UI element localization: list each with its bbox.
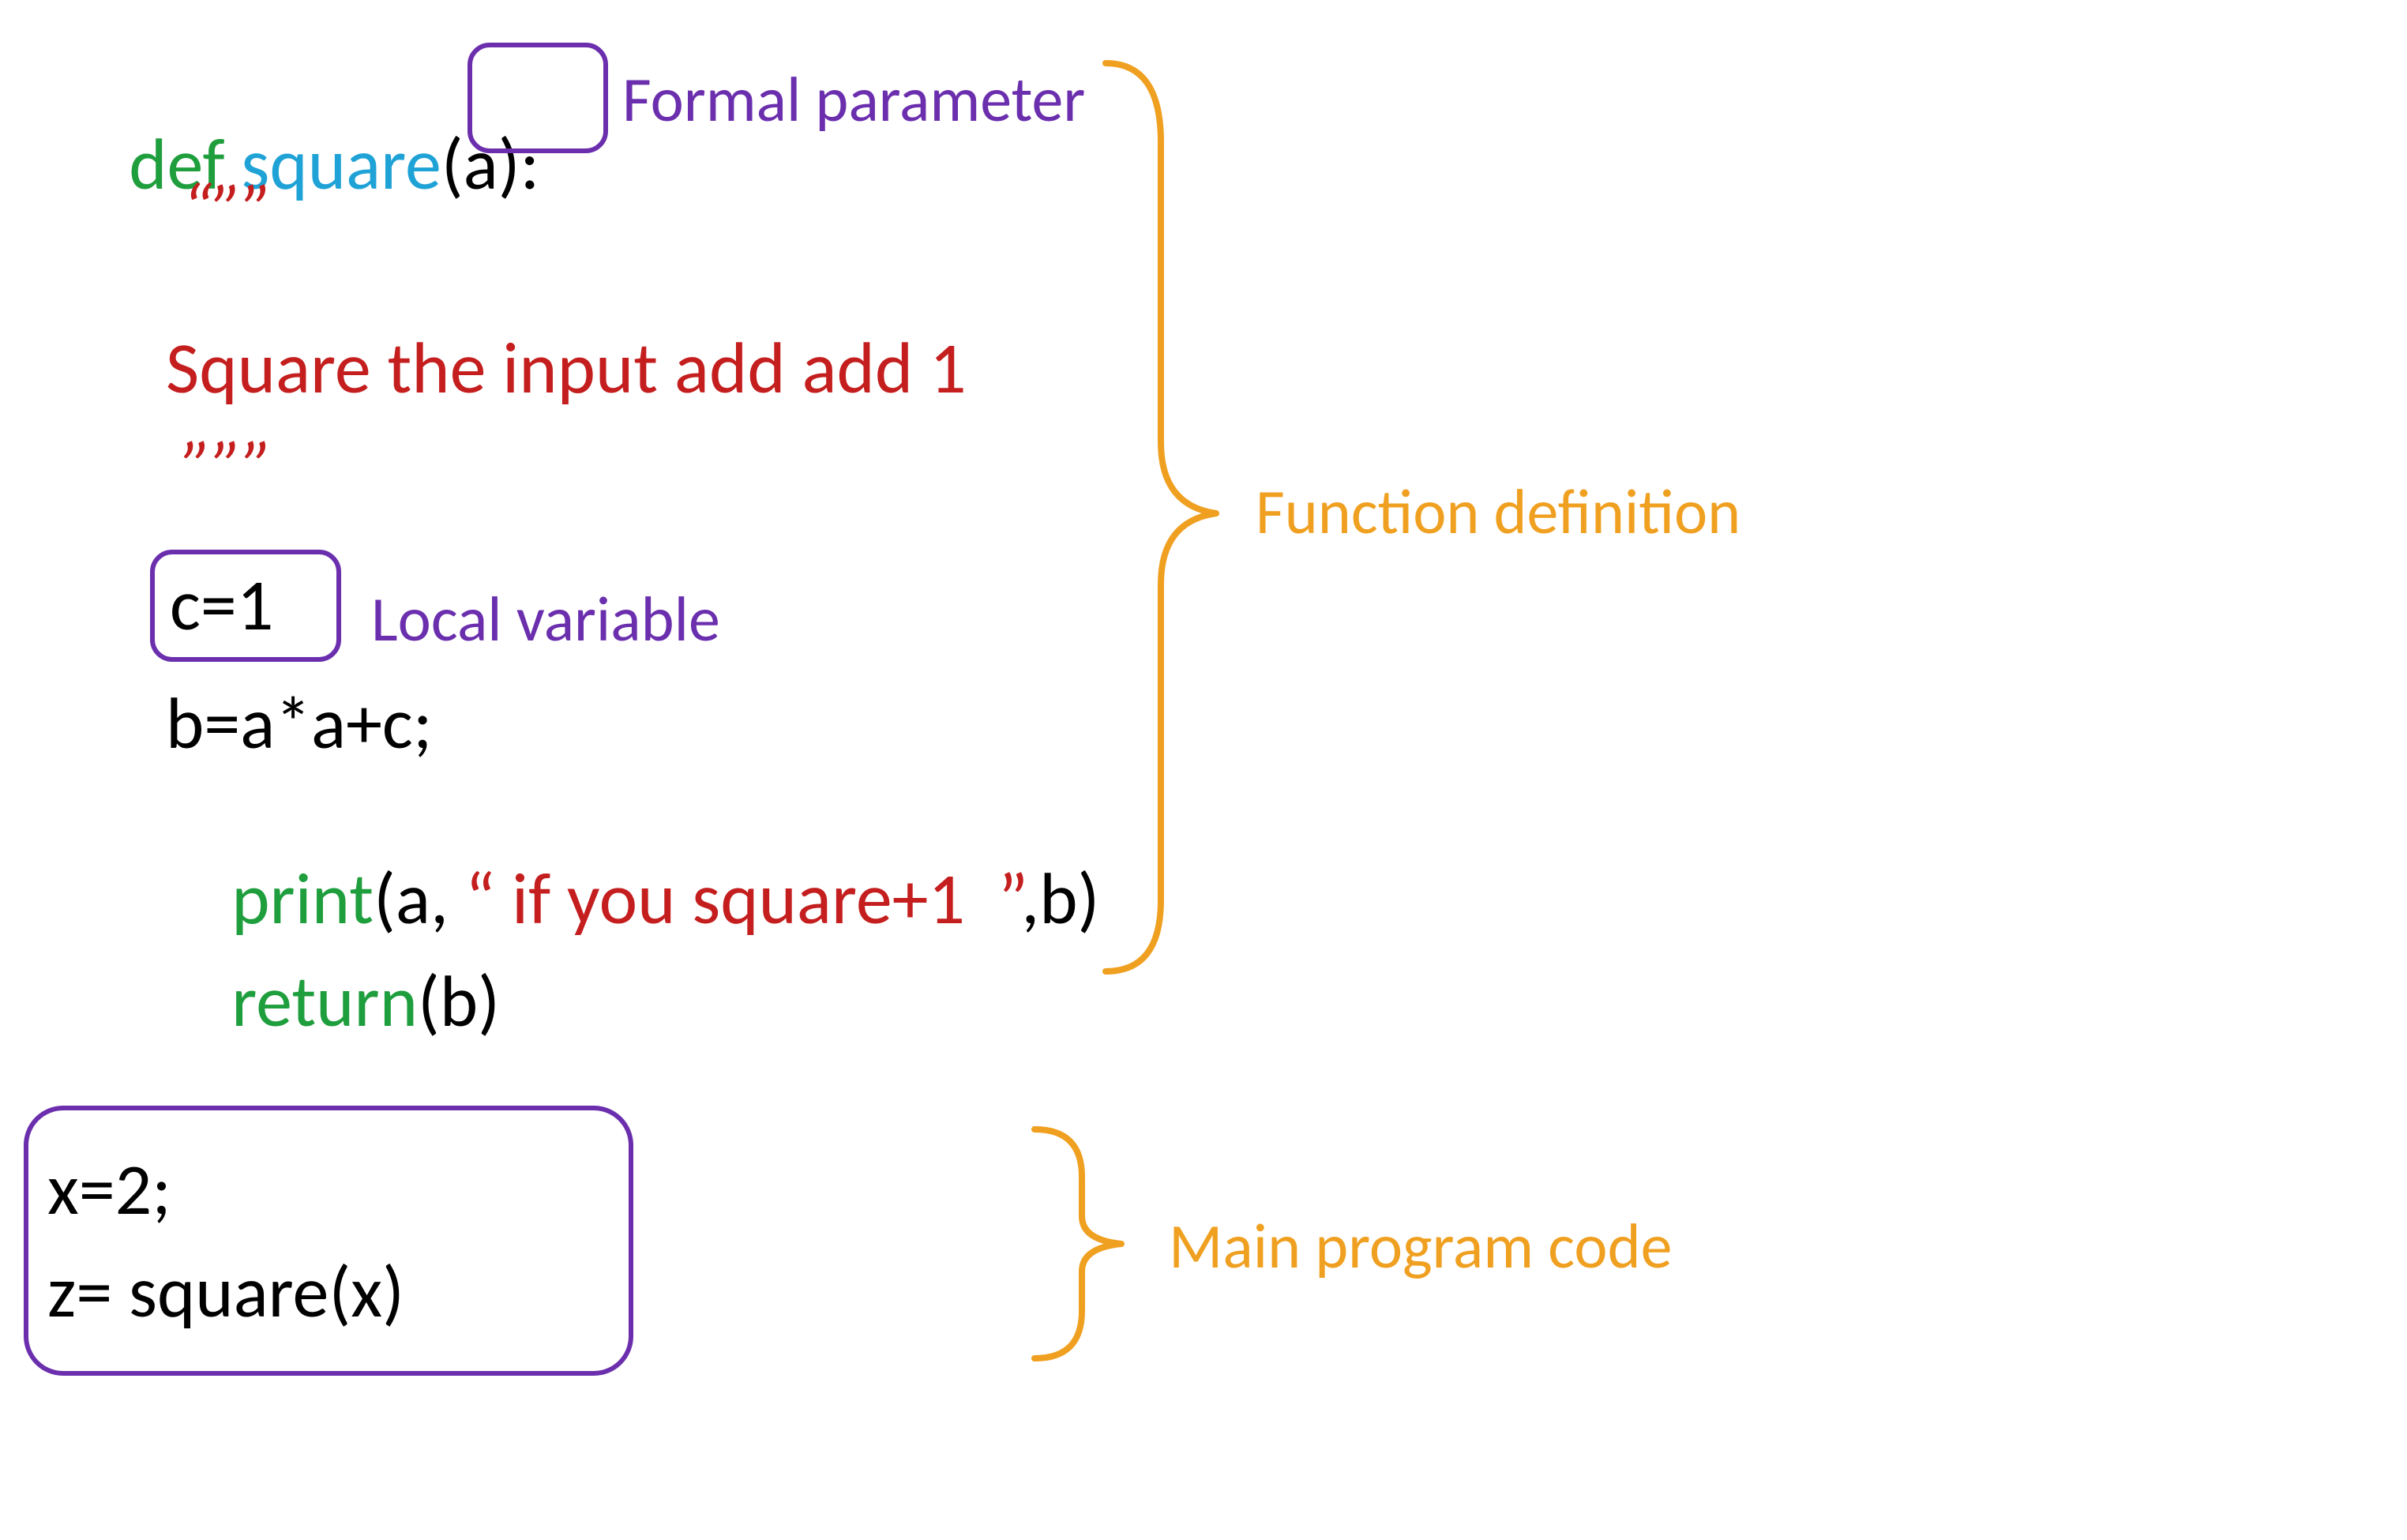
function-definition-label: Function definition bbox=[1256, 474, 1740, 550]
brace-function-definition bbox=[1106, 63, 1216, 971]
brace-main-program bbox=[1035, 1129, 1121, 1358]
brace-overlay bbox=[0, 0, 2407, 1540]
main-program-label: Main program code bbox=[1169, 1208, 1672, 1285]
